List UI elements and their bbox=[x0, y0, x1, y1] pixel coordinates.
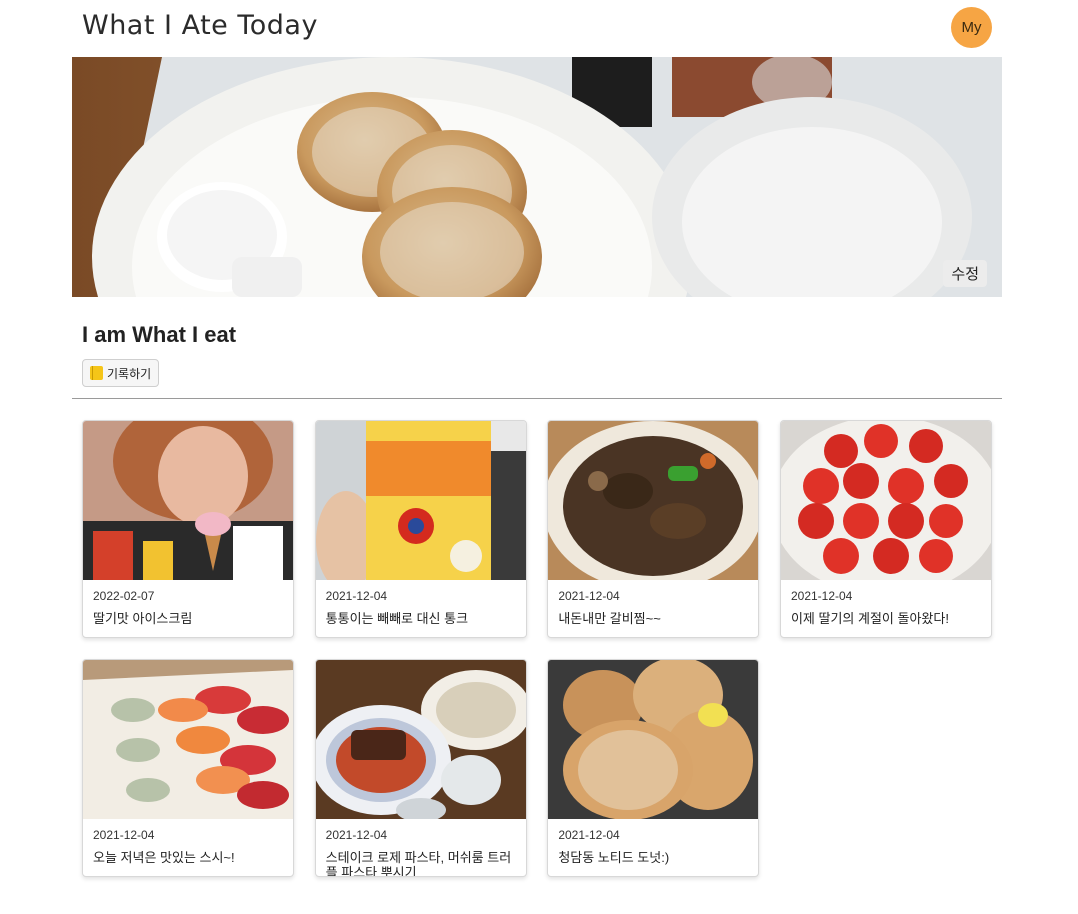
post-card[interactable]: 2021-12-04 오늘 저녁은 맛있는 스시~! bbox=[82, 659, 294, 877]
post-card[interactable]: 2021-12-04 통통이는 빼빼로 대신 통크 bbox=[314, 420, 527, 638]
hero-image bbox=[72, 57, 1002, 297]
post-thumbnail bbox=[315, 421, 526, 580]
post-thumbnail bbox=[83, 660, 293, 819]
post-title: 스테이크 로제 파스타, 머쉬룸 트러플 파스타 뿌시기 bbox=[325, 850, 512, 877]
post-thumbnail bbox=[315, 660, 526, 819]
app-header: What I Ate Today My bbox=[0, 0, 1078, 57]
edit-button[interactable]: 수정 bbox=[943, 260, 987, 287]
post-date: 2021-12-04 bbox=[558, 828, 620, 842]
notebook-icon bbox=[90, 366, 103, 380]
post-title: 내돈내만 갈비찜~~ bbox=[558, 611, 661, 626]
post-thumbnail bbox=[780, 421, 991, 580]
hero-banner: 수정 bbox=[72, 57, 1002, 297]
record-button[interactable]: 기록하기 bbox=[82, 359, 160, 387]
post-card[interactable]: 2021-12-04 내돈내만 갈비찜~~ bbox=[547, 420, 760, 638]
avatar[interactable]: My bbox=[951, 7, 992, 48]
post-title: 청담동 노티드 도넛:) bbox=[558, 850, 670, 865]
post-card[interactable]: 2021-12-04 이제 딸기의 계절이 돌아왔다! bbox=[779, 420, 992, 638]
post-date: 2021-12-04 bbox=[558, 589, 620, 603]
divider bbox=[72, 398, 1002, 399]
post-card[interactable]: 2021-12-04 청담동 노티드 도넛:) bbox=[547, 659, 760, 877]
post-title: 딸기맛 아이스크림 bbox=[93, 611, 193, 626]
page-title: I am What I eat bbox=[82, 322, 237, 347]
post-title: 이제 딸기의 계절이 돌아왔다! bbox=[790, 611, 949, 626]
post-date: 2021-12-04 bbox=[790, 589, 853, 603]
post-title: 오늘 저녁은 맛있는 스시~! bbox=[93, 850, 235, 865]
post-grid: 2022-02-07 딸기맛 아이스크림 2021-12-04 통통이는 빼빼로… bbox=[82, 420, 992, 877]
post-thumbnail bbox=[548, 421, 759, 580]
post-date: 2022-02-07 bbox=[93, 589, 155, 603]
post-thumbnail bbox=[83, 421, 293, 580]
post-card[interactable]: 2021-12-04 스테이크 로제 파스타, 머쉬룸 트러플 파스타 뿌시기 bbox=[314, 659, 527, 877]
app-title[interactable]: What I Ate Today bbox=[82, 10, 318, 41]
record-button-label: 기록하기 bbox=[107, 366, 152, 381]
post-title: 통통이는 빼빼로 대신 통크 bbox=[325, 611, 469, 626]
post-date: 2021-12-04 bbox=[325, 589, 388, 603]
post-card[interactable]: 2022-02-07 딸기맛 아이스크림 bbox=[82, 420, 294, 638]
post-thumbnail bbox=[548, 660, 759, 819]
post-date: 2021-12-04 bbox=[325, 828, 388, 842]
post-date: 2021-12-04 bbox=[93, 828, 155, 842]
